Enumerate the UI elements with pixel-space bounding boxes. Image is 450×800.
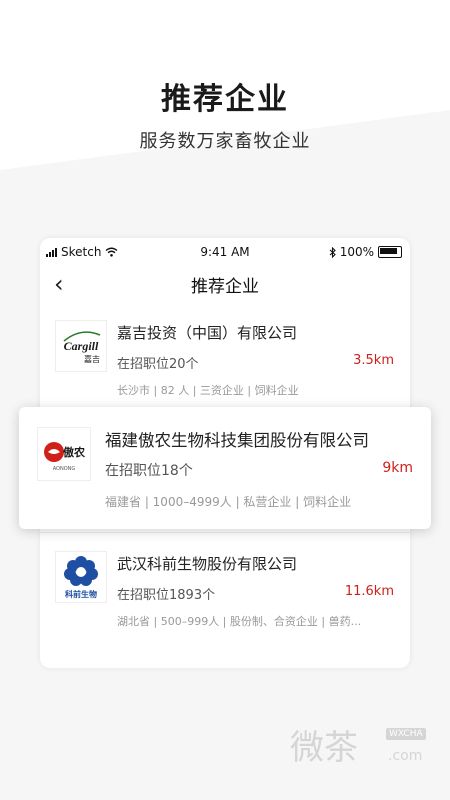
cargill-logo-image: Cargill 嘉吉 [63,331,101,364]
watermark-domain: .com [388,748,423,764]
company-item-cargill[interactable]: Cargill 嘉吉 嘉吉投资（中国）有限公司 在招职位20个 3.5km 长沙… [40,320,410,420]
svg-text:AONONG: AONONG [53,466,76,472]
company-item-aonong[interactable]: 傲农 AONONG 福建傲农生物科技集团股份有限公司 在招职位18个 9km 福… [19,407,431,529]
hero-title: 推荐企业 [161,82,289,117]
company-name: 武汉科前生物股份有限公司 [117,555,298,573]
svg-text:嘉吉: 嘉吉 [84,354,100,364]
company-jobs: 在招职位20个 [117,357,199,372]
nav-bar: ‹ 推荐企业 [40,268,410,300]
company-jobs: 在招职位1893个 [117,588,216,603]
company-distance: 3.5km [353,353,394,368]
svg-text:Cargill: Cargill [64,339,99,353]
keqian-logo: 科前生物 [55,551,107,603]
company-tags: 福建省 | 1000–4999人 | 私营企业 | 饲料企业 [105,495,352,509]
company-name: 福建傲农生物科技集团股份有限公司 [105,431,369,450]
company-distance: 9km [382,460,413,476]
aonong-logo-image: 傲农 AONONG [44,442,85,472]
battery-percent: 100% [339,245,374,259]
nav-title: 推荐企业 [191,277,259,297]
company-item-keqian[interactable]: 科前生物 武汉科前生物股份有限公司 在招职位1893个 11.6km 湖北省 |… [40,551,410,651]
watermark: 微茶 WXCHA .com [290,720,440,780]
aonong-logo: 傲农 AONONG [37,427,91,481]
company-item-aonong-content: 傲农 AONONG 福建傲农生物科技集团股份有限公司 在招职位18个 9km 福… [19,407,431,529]
company-distance: 11.6km [344,584,394,599]
keqian-logo-image: 科前生物 [64,556,98,599]
company-jobs: 在招职位18个 [105,463,193,479]
svg-text:科前生物: 科前生物 [65,589,97,599]
hero-subtitle: 服务数万家畜牧企业 [139,131,311,152]
svg-text:傲农: 傲农 [63,445,85,459]
company-tags: 湖北省 | 500–999人 | 股份制、合资企业 | 兽药... [117,615,362,628]
company-name: 嘉吉投资（中国）有限公司 [117,324,298,342]
bluetooth-icon [329,246,336,258]
watermark-main: 微茶 [290,728,358,768]
cargill-logo: Cargill 嘉吉 [55,320,107,372]
company-tags: 长沙市 | 82 人 | 三资企业 | 饲料企业 [117,384,299,397]
status-bar: Sketch 9:41 AM 100% [40,238,410,266]
battery-icon [378,246,402,258]
list-divider [40,532,410,533]
watermark-badge: WXCHA [386,728,426,740]
